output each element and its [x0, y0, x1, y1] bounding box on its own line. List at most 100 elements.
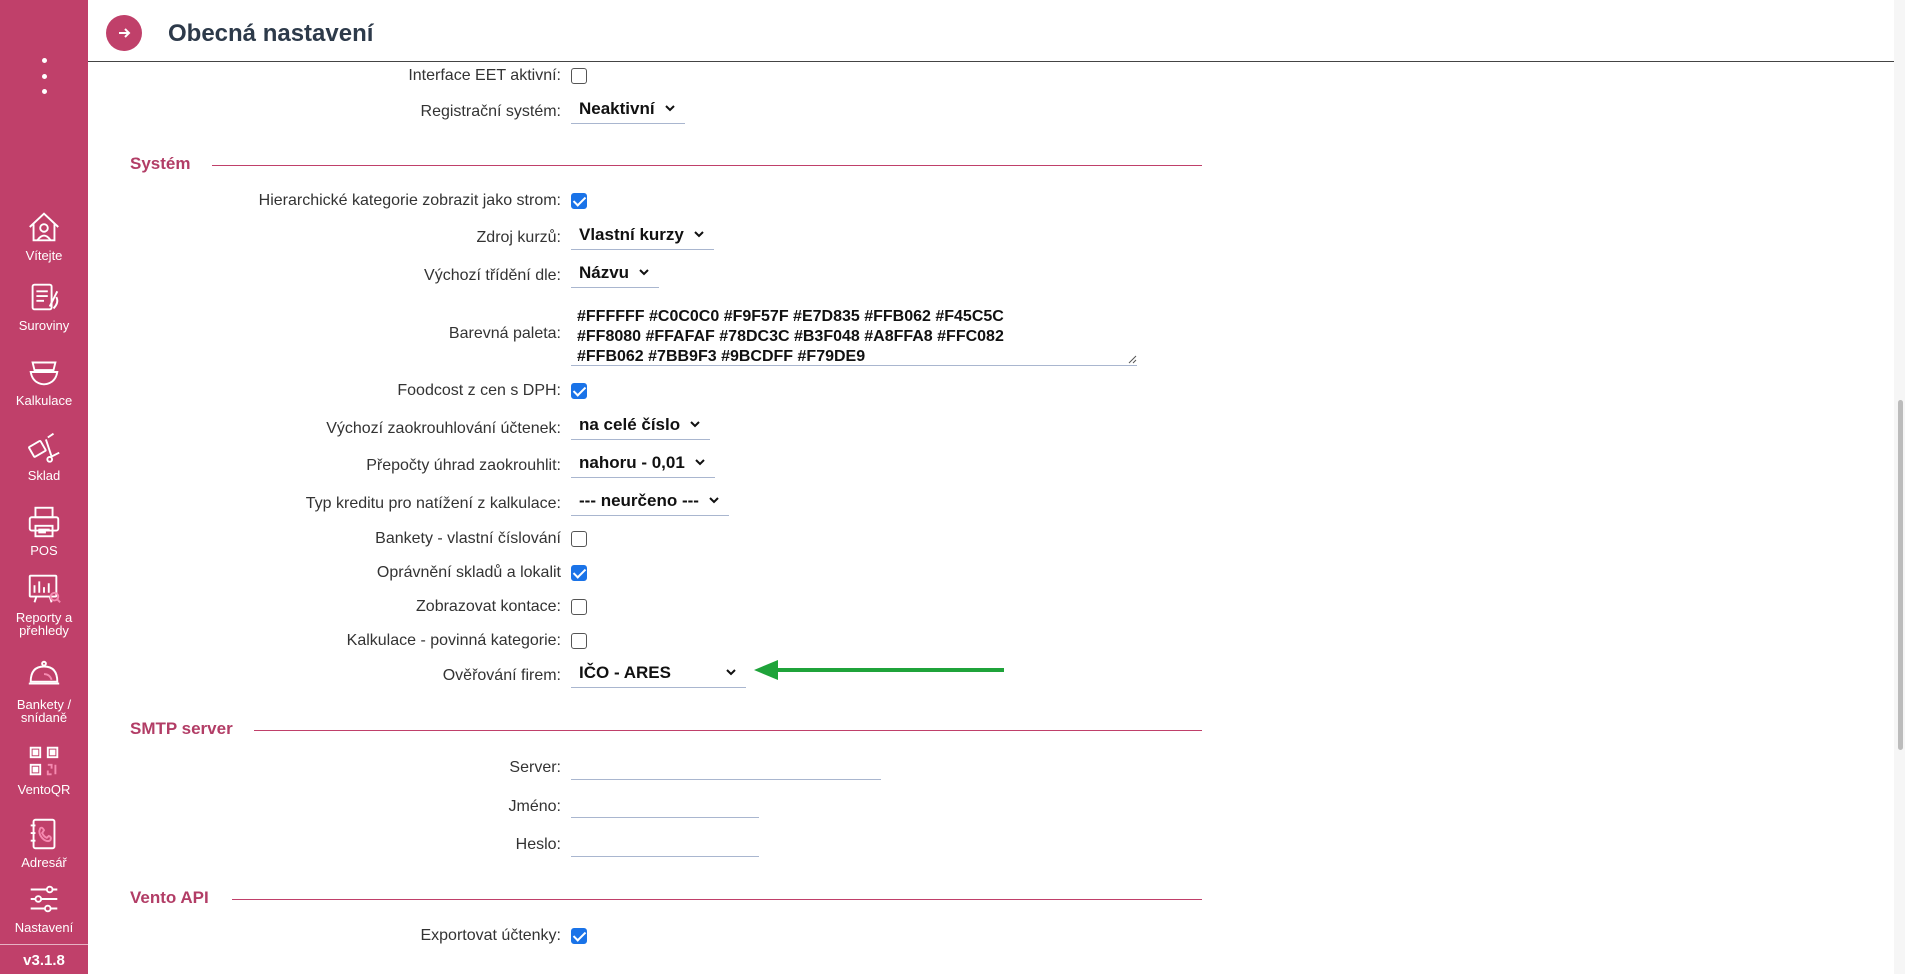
zaokrouhlovani-select[interactable]: na celé číslo: [571, 412, 711, 440]
page-title: Obecná nastavení: [168, 20, 374, 47]
exportovat-label: Exportovat účtenky:: [420, 927, 561, 944]
zdroj-kurzu-select[interactable]: Vlastní kurzy: [571, 222, 714, 250]
registracni-select[interactable]: Neaktivní: [571, 96, 685, 124]
chevron-down-icon: [664, 105, 675, 112]
sidebar-item-label: Reporty a přehledy: [15, 610, 73, 638]
chevron-down-icon: [694, 231, 704, 238]
section-divider: [254, 730, 1202, 731]
sidebar-item-nastaveni[interactable]: Nastavení: [0, 880, 88, 934]
sidebar-item-label: Bankety / snídaně: [16, 697, 72, 725]
kalkulace-kategorie-checkbox[interactable]: [571, 633, 587, 649]
bankety-checkbox[interactable]: [571, 531, 587, 547]
heslo-input[interactable]: [571, 829, 759, 857]
report-icon: [28, 574, 61, 603]
prepocty-value: nahoru - 0,01: [579, 453, 685, 472]
sidebar-item-label: Nastavení: [14, 920, 74, 935]
paleta-line: #FFB062 #7BB9F3 #9BCDFF #F79DE9: [577, 348, 866, 365]
server-label: Server:: [509, 759, 561, 776]
paleta-line: #FF8080 #FFAFAF #78DC3C #B3F048 #A8FFA8 …: [577, 328, 1004, 345]
sidebar-item-reporty[interactable]: Reporty a přehledy: [0, 570, 88, 637]
eet-checkbox[interactable]: [571, 68, 587, 84]
overovani-select[interactable]: IČO - ARES: [571, 660, 746, 688]
cart-icon: [28, 432, 60, 463]
typ-kreditu-select[interactable]: --- neurčeno ---: [571, 488, 729, 516]
overovani-value: IČO - ARES: [579, 663, 671, 682]
exportovat-checkbox[interactable]: [571, 928, 587, 944]
opravneni-label: Oprávnění skladů a lokalit: [376, 564, 561, 581]
eet-label: Interface EET aktivní:: [408, 67, 561, 84]
sidebar-item-bankety[interactable]: Bankety / snídaně: [0, 657, 88, 724]
settings-icon: [30, 885, 58, 913]
bowl-icon: [29, 361, 59, 386]
paleta-line: #FFFFFF #C0C0C0 #F9F57F #E7D835 #FFB062 …: [577, 308, 1004, 325]
trideni-value: Názvu: [579, 263, 630, 282]
typ-kreditu-label: Typ kreditu pro natížení z kalkulace:: [305, 495, 561, 512]
prepocty-label: Přepočty úhrad zaokrouhlit:: [366, 457, 561, 474]
sidebar-item-label: POS: [30, 543, 58, 558]
zdroj-kurzu-value: Vlastní kurzy: [579, 225, 684, 244]
section-smtp: SMTP server: [130, 719, 1202, 743]
trideni-select[interactable]: Názvu: [571, 260, 660, 288]
prepocty-select[interactable]: nahoru - 0,01: [571, 450, 715, 478]
registracni-label: Registrační systém:: [420, 103, 561, 120]
sidebar-item-kalkulace[interactable]: Kalkulace: [0, 353, 88, 407]
kontace-checkbox[interactable]: [571, 599, 587, 615]
kontace-label: Zobrazovat kontace:: [416, 598, 561, 615]
server-input[interactable]: [571, 752, 881, 780]
sidebar-item-label: Sklad: [27, 468, 61, 483]
opravneni-checkbox[interactable]: [571, 565, 587, 581]
sidebar-item-ventoqr[interactable]: VentoQR: [0, 742, 88, 796]
sidebar-item-label: Suroviny: [18, 318, 70, 333]
section-title: Systém: [130, 154, 191, 173]
page-header: Obecná nastavení: [88, 0, 1900, 62]
chevron-down-icon: [726, 669, 736, 676]
overovani-label: Ověřování firem:: [442, 667, 561, 684]
registracni-value: Neaktivní: [579, 99, 655, 118]
kalkulace-kategorie-label: Kalkulace - povinná kategorie:: [346, 632, 561, 649]
scrollbar-thumb[interactable]: [1898, 400, 1903, 750]
chevron-down-icon: [695, 459, 705, 466]
arrow-right-icon: [119, 28, 131, 38]
jmeno-input[interactable]: [571, 790, 759, 818]
version-label: v3.1.8: [23, 952, 65, 969]
paleta-label: Barevná paleta:: [448, 325, 561, 342]
foodcost-label: Foodcost z cen s DPH:: [397, 382, 561, 399]
hierarchicke-checkbox[interactable]: [571, 193, 587, 209]
resize-handle-icon[interactable]: [1127, 354, 1137, 364]
sidebar-item-suroviny[interactable]: Suroviny: [0, 278, 88, 332]
sidebar-item-sklad[interactable]: Sklad: [0, 428, 88, 482]
section-title: Vento API: [130, 888, 209, 907]
jmeno-label: Jméno:: [508, 798, 561, 815]
chevron-down-icon: [639, 269, 649, 276]
hierarchicke-label: Hierarchické kategorie zobrazit jako str…: [258, 192, 561, 209]
sidebar-item-label: Kalkulace: [15, 393, 73, 408]
bankety-label: Bankety - vlastní číslování: [375, 530, 561, 547]
trideni-label: Výchozí třídění dle:: [424, 267, 561, 284]
qr-icon: [29, 746, 59, 776]
menu-dots-icon[interactable]: [34, 58, 54, 94]
sidebar: Vítejte Suroviny Kalkulace Sklad POS Rep…: [0, 0, 88, 974]
paleta-textarea[interactable]: #FFFFFF #C0C0C0 #F9F57F #E7D835 #FFB062 …: [571, 306, 1137, 366]
sidebar-item-pos[interactable]: POS: [0, 503, 88, 557]
section-title: SMTP server: [130, 719, 233, 738]
chevron-down-icon: [709, 497, 719, 504]
annotation-arrow-icon: [754, 660, 1004, 680]
sidebar-item-adresar[interactable]: Adresář: [0, 815, 88, 869]
sidebar-item-label: Vítejte: [25, 248, 63, 263]
heslo-label: Heslo:: [515, 836, 561, 853]
foodcost-checkbox[interactable]: [571, 383, 587, 399]
section-system: Systém: [130, 154, 1202, 178]
sidebar-item-label: VentoQR: [17, 782, 71, 797]
section-vento-api: Vento API: [130, 888, 1202, 912]
version-divider: [0, 944, 88, 945]
home-icon: [29, 212, 59, 242]
chevron-down-icon: [690, 421, 700, 428]
back-button[interactable]: [106, 15, 142, 51]
zaokrouhlovani-value: na celé číslo: [579, 415, 681, 434]
sidebar-item-vitejte[interactable]: Vítejte: [0, 208, 88, 262]
zdroj-kurzu-label: Zdroj kurzů:: [476, 229, 561, 246]
address-book-icon: [30, 818, 56, 850]
settings-form: Interface EET aktivní: Registrační systé…: [88, 62, 1900, 974]
ingredients-icon: [31, 283, 59, 311]
section-divider: [212, 165, 1202, 166]
